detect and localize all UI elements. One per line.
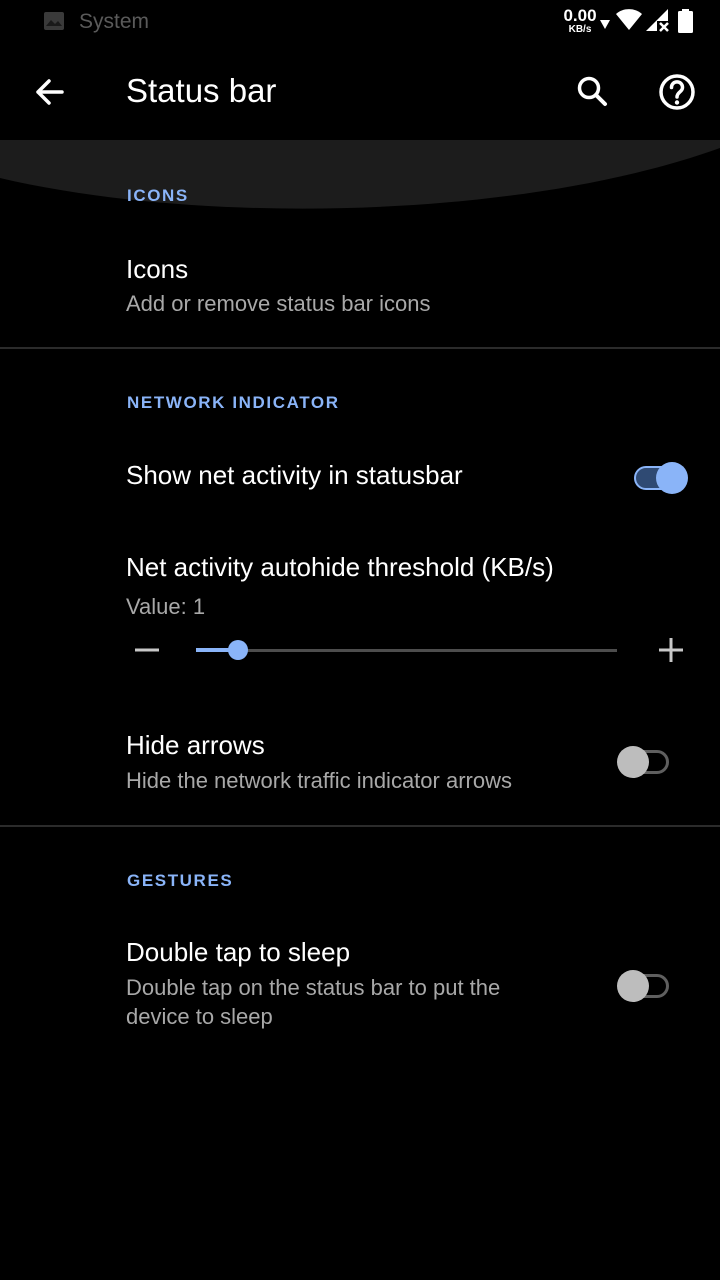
divider	[0, 347, 720, 349]
hide-arrows-summary: Hide the network traffic indicator arrow…	[126, 768, 512, 793]
download-arrow-icon	[600, 20, 610, 29]
plus-icon[interactable]	[656, 634, 686, 666]
icons-summary: Add or remove status bar icons	[126, 291, 431, 316]
hide-arrows-switch[interactable]	[617, 742, 673, 778]
divider	[0, 825, 720, 827]
threshold-value-text: Value: 1	[126, 594, 206, 619]
net-speed-value: 0.00	[563, 6, 597, 25]
net-speed-indicator: 0.00 KB/s	[562, 7, 598, 35]
scroll-shadow	[0, 140, 720, 209]
show-net-activity-switch[interactable]	[630, 458, 688, 494]
back-arrow-icon[interactable]	[25, 68, 73, 116]
wifi-icon	[616, 9, 642, 30]
icons-title: Icons	[126, 254, 189, 284]
double-tap-summary: Double tap on the status bar to put the …	[126, 975, 501, 1029]
net-speed-unit: KB/s	[568, 24, 592, 35]
section-header-gestures: GESTURES	[127, 871, 234, 890]
threshold-title: Net activity autohide threshold (KB/s)	[126, 552, 554, 582]
switch-thumb	[617, 970, 649, 1002]
notification-icon	[44, 12, 64, 30]
settings-screen: System 0.00 KB/s Status bar ICONS Icons …	[0, 0, 720, 1280]
hide-arrows-title: Hide arrows	[126, 730, 265, 760]
system-status-bar: System 0.00 KB/s	[0, 0, 720, 44]
app-bar: Status bar	[0, 44, 720, 140]
switch-thumb	[656, 462, 688, 494]
slider-track[interactable]	[196, 649, 617, 652]
double-tap-switch[interactable]	[617, 966, 673, 1002]
search-icon[interactable]	[569, 68, 617, 116]
icons-preference[interactable]: Icons Add or remove status bar icons	[0, 232, 720, 346]
slider-thumb[interactable]	[228, 640, 249, 660]
signal-no-data-icon	[646, 9, 669, 32]
notification-app-name: System	[79, 10, 150, 33]
section-header-icons: ICONS	[127, 186, 189, 205]
show-net-activity-preference[interactable]: Show net activity in statusbar	[0, 440, 720, 512]
show-net-activity-title: Show net activity in statusbar	[126, 460, 463, 490]
page-title: Status bar	[126, 72, 277, 109]
section-header-network-indicator: NETWORK INDICATOR	[127, 393, 340, 412]
help-icon[interactable]	[653, 68, 701, 116]
double-tap-preference[interactable]: Double tap to sleep Double tap on the st…	[0, 920, 720, 1050]
hide-arrows-preference[interactable]: Hide arrows Hide the network traffic ind…	[0, 716, 720, 824]
battery-icon	[678, 9, 693, 33]
double-tap-title: Double tap to sleep	[126, 937, 351, 967]
switch-thumb	[617, 746, 649, 778]
minus-icon[interactable]	[133, 634, 161, 666]
